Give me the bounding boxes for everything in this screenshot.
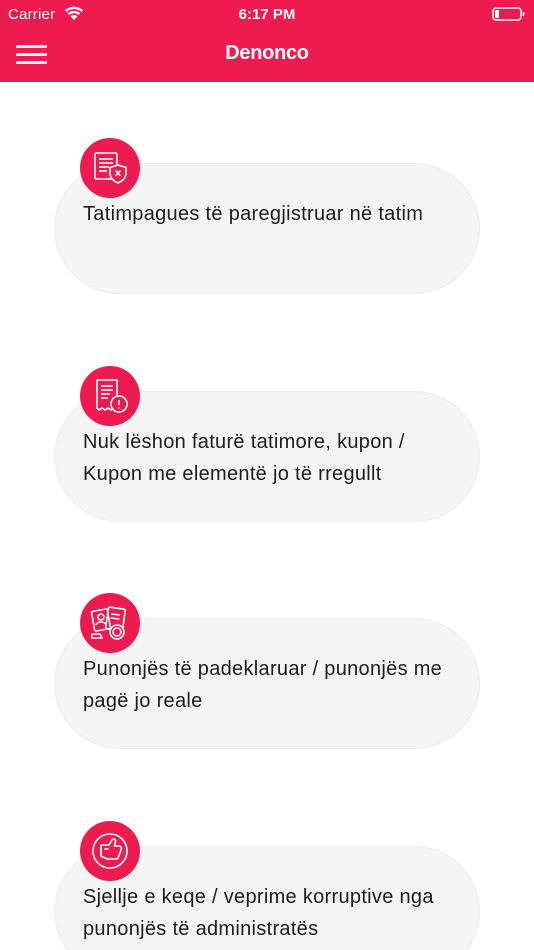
category-label: Nuk lëshon faturë tatimore, kupon / Kupo…: [83, 431, 405, 485]
category-label: Tatimpagues të paregjistruar në tatim: [83, 203, 424, 225]
screen: Carrier 6:17 PM Denonco Tatimpagues të p…: [0, 0, 534, 950]
battery-icon: [492, 7, 525, 21]
status-bar: Carrier 6:17 PM: [0, 0, 534, 28]
receipt-warning-icon: [80, 366, 140, 426]
status-time: 6:17 PM: [238, 6, 296, 23]
nav-bar: Denonco: [0, 28, 534, 82]
category-label: Punonjës të padeklaruar / punonjës me pa…: [83, 658, 443, 712]
category-label: Sjellje e keqe / veprime korruptive nga …: [83, 886, 434, 940]
worker-documents-coin-icon: [80, 593, 140, 653]
thumbs-down-icon: [80, 821, 140, 881]
unregistered-document-shield-icon: [80, 138, 140, 198]
page-title: Denonco: [225, 42, 309, 64]
app-header: Carrier 6:17 PM Denonco: [0, 0, 534, 82]
